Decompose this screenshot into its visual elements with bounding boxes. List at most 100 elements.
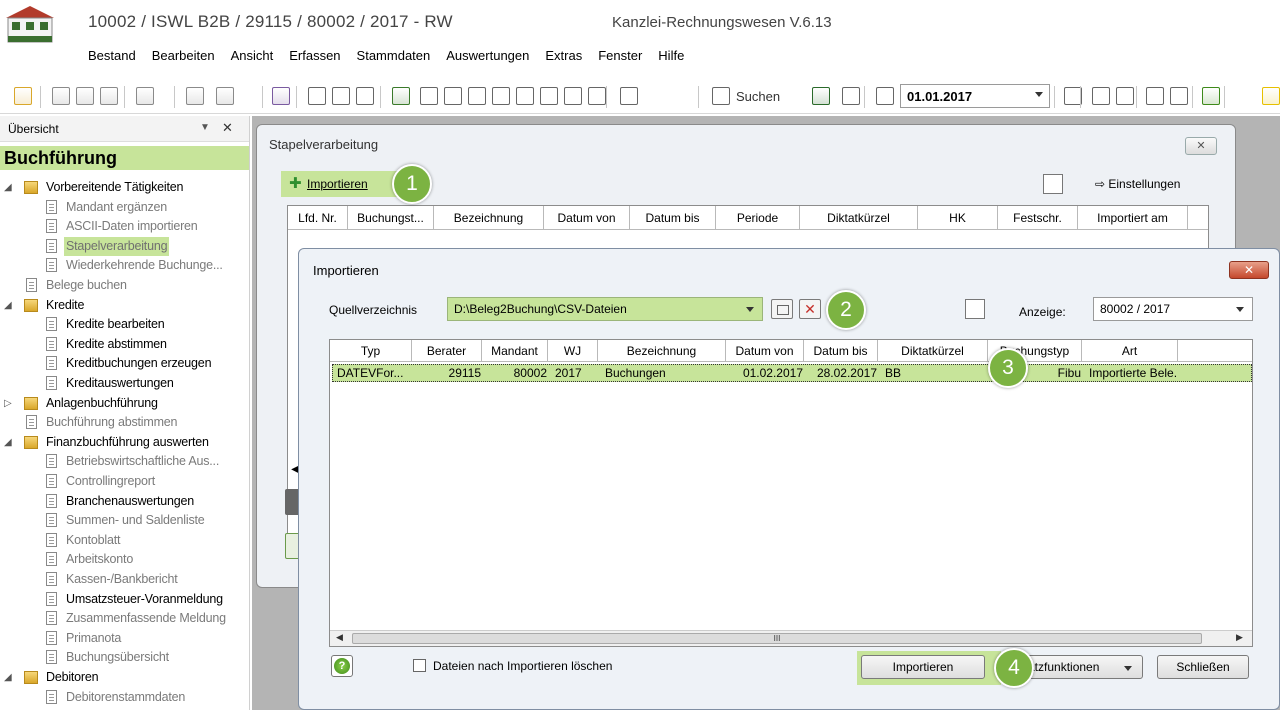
column-header[interactable]: Datum bis bbox=[630, 206, 716, 230]
close-icon[interactable]: ✕ bbox=[222, 120, 233, 136]
column-header[interactable]: Lfd. Nr. bbox=[288, 206, 348, 230]
column-header[interactable]: Festschr. bbox=[998, 206, 1078, 230]
nav-tree-item[interactable]: ▷ Anlagenbuchführung bbox=[0, 394, 249, 413]
collapse-icon[interactable]: ◢ bbox=[4, 668, 12, 687]
menu-item[interactable]: Bearbeiten bbox=[144, 48, 223, 63]
menu-item[interactable]: Ansicht bbox=[223, 48, 282, 63]
nav-tree-item[interactable]: Kredite bearbeiten bbox=[0, 315, 249, 334]
folder-open-icon[interactable] bbox=[14, 87, 32, 105]
document-icon[interactable] bbox=[492, 87, 510, 105]
print-icon[interactable] bbox=[76, 87, 94, 105]
copy-icon[interactable] bbox=[332, 87, 350, 105]
columns-icon[interactable] bbox=[468, 87, 486, 105]
pin-icon[interactable]: ▼ bbox=[200, 122, 210, 133]
display-combo[interactable]: 80002 / 2017 bbox=[1093, 297, 1253, 321]
column-header[interactable]: Datum von bbox=[544, 206, 630, 230]
nav-tree-item[interactable]: ◢ Kredite bbox=[0, 296, 249, 315]
column-header[interactable]: Mandant bbox=[482, 340, 548, 362]
nav-tree-item[interactable]: Kredite abstimmen bbox=[0, 335, 249, 354]
scrollbar-thumb[interactable]: III bbox=[352, 633, 1202, 644]
column-header[interactable]: Bezeichnung bbox=[434, 206, 544, 230]
close-button[interactable]: Schließen bbox=[1157, 655, 1249, 679]
nav-tree-item[interactable]: ◢ Vorbereitende Tätigkeiten bbox=[0, 178, 249, 197]
nav-tree-item[interactable]: Buchungsübersicht bbox=[0, 648, 249, 667]
nav-tree-item[interactable]: Betriebswirtschaftliche Aus... bbox=[0, 452, 249, 471]
column-header[interactable]: Bezeichnung bbox=[598, 340, 726, 362]
collapse-icon[interactable]: ◢ bbox=[4, 296, 12, 315]
tree-icon[interactable] bbox=[392, 87, 410, 105]
calendar-icon[interactable] bbox=[876, 87, 894, 105]
nav-tree-item[interactable]: Umsatzsteuer-Voranmeldung bbox=[0, 590, 249, 609]
calculator-icon[interactable] bbox=[1092, 87, 1110, 105]
book-icon[interactable] bbox=[1170, 87, 1188, 105]
nav-tree-item[interactable]: Kontoblatt bbox=[0, 531, 249, 550]
nav-tree-item[interactable]: ASCII-Daten importieren bbox=[0, 217, 249, 236]
browse-folder-button[interactable] bbox=[771, 299, 793, 319]
nav-tree-item[interactable]: Kreditbuchungen erzeugen bbox=[0, 354, 249, 373]
column-header[interactable]: HK bbox=[918, 206, 998, 230]
menu-item[interactable]: Erfassen bbox=[281, 48, 348, 63]
form-icon[interactable] bbox=[564, 87, 582, 105]
column-header[interactable]: Importiert am bbox=[1078, 206, 1188, 230]
window-list-icon[interactable] bbox=[216, 87, 234, 105]
nav-tree-item[interactable]: Primanota bbox=[0, 629, 249, 648]
dialog-close-button[interactable]: ✕ bbox=[1229, 261, 1269, 279]
settings-link[interactable]: ⇨ Einstellungen bbox=[1095, 177, 1180, 191]
collapse-icon[interactable]: ◢ bbox=[4, 178, 12, 197]
clock-icon[interactable] bbox=[540, 87, 558, 105]
nav-tree-item[interactable]: Zusammenfassende Meldung bbox=[0, 609, 249, 628]
nav-tree-item[interactable]: Stapelverarbeitung bbox=[0, 236, 249, 256]
horizontal-scrollbar[interactable]: ◀ III ▶ bbox=[330, 630, 1252, 646]
scroll-right-icon[interactable]: ▶ bbox=[1236, 632, 1243, 643]
preview-icon[interactable] bbox=[1043, 174, 1063, 194]
menu-item[interactable]: Hilfe bbox=[650, 48, 692, 63]
column-header[interactable]: Datum bis bbox=[804, 340, 878, 362]
expand-icon[interactable]: ▷ bbox=[4, 394, 12, 413]
column-header[interactable]: Diktatkürzel bbox=[878, 340, 988, 362]
clear-source-button[interactable]: ✕ bbox=[799, 299, 821, 319]
print-preview-icon[interactable] bbox=[52, 87, 70, 105]
nav-tree-item[interactable]: Belege buchen bbox=[0, 276, 249, 295]
column-header[interactable]: Diktatkürzel bbox=[800, 206, 918, 230]
calculator2-icon[interactable] bbox=[1116, 87, 1134, 105]
column-header[interactable]: Berater bbox=[412, 340, 482, 362]
filter-icon[interactable] bbox=[812, 87, 830, 105]
nav-tree-item[interactable]: ◢ Finanzbuchführung auswerten bbox=[0, 433, 249, 452]
nav-tree-item[interactable]: Summen- und Saldenliste bbox=[0, 511, 249, 530]
menu-item[interactable]: Stammdaten bbox=[349, 48, 439, 63]
list-number-icon[interactable] bbox=[516, 87, 534, 105]
nav-tree-item[interactable]: Controllingreport bbox=[0, 472, 249, 491]
search-button-label[interactable]: Suchen bbox=[736, 89, 780, 104]
menu-item[interactable]: Auswertungen bbox=[438, 48, 537, 63]
paste-icon[interactable] bbox=[356, 87, 374, 105]
lightbulb-icon[interactable] bbox=[1262, 87, 1280, 105]
help-icon[interactable] bbox=[1202, 87, 1220, 105]
search-icon[interactable] bbox=[712, 87, 730, 105]
help-button[interactable]: ? bbox=[331, 655, 353, 677]
forward-icon[interactable] bbox=[136, 87, 154, 105]
upload-icon[interactable] bbox=[100, 87, 118, 105]
date-combo[interactable]: 01.01.2017 bbox=[900, 84, 1050, 108]
nav-tree-item[interactable]: Kassen-/Bankbericht bbox=[0, 570, 249, 589]
window-close-button[interactable]: ✕ bbox=[1185, 137, 1217, 155]
preview-icon[interactable] bbox=[965, 299, 985, 319]
column-header[interactable]: Periode bbox=[716, 206, 800, 230]
nav-tree-item[interactable]: Kreditauswertungen bbox=[0, 374, 249, 393]
collapse-icon[interactable]: ◢ bbox=[4, 433, 12, 452]
source-dir-combo[interactable]: D:\Beleg2Buchung\CSV-Dateien bbox=[447, 297, 763, 321]
delete-after-import-checkbox[interactable] bbox=[413, 659, 426, 672]
nav-tree-item[interactable]: Buchführung abstimmen bbox=[0, 413, 249, 432]
nav-tree-item[interactable]: Arbeitskonto bbox=[0, 550, 249, 569]
nav-tree-item[interactable]: Branchenauswertungen bbox=[0, 492, 249, 511]
refresh-icon[interactable] bbox=[842, 87, 860, 105]
nav-tree-item[interactable]: ◢ Debitoren bbox=[0, 668, 249, 687]
column-header[interactable]: Art bbox=[1082, 340, 1178, 362]
table-row[interactable]: DATEVFor... 29115 80002 2017 Buchungen 01.02.… bbox=[332, 364, 1252, 382]
cut-icon[interactable] bbox=[308, 87, 326, 105]
menu-item[interactable]: Fenster bbox=[590, 48, 650, 63]
menu-item[interactable]: Bestand bbox=[88, 48, 144, 63]
archive-icon[interactable] bbox=[1146, 87, 1164, 105]
nav-tree-item[interactable]: Wiederkehrende Buchunge... bbox=[0, 256, 249, 275]
report-icon[interactable] bbox=[620, 87, 638, 105]
scroll-left-icon[interactable]: ◀ bbox=[336, 632, 343, 643]
